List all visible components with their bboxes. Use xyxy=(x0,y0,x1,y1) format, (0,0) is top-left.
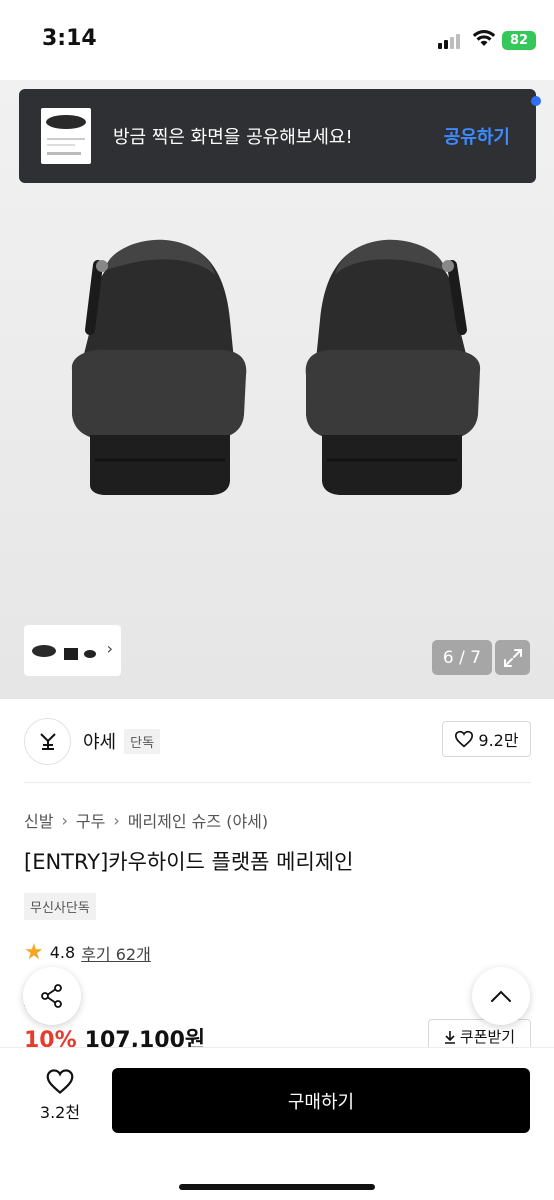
brand-name[interactable]: 야세 xyxy=(83,728,116,754)
screenshot-thumbnail[interactable] xyxy=(41,108,91,164)
product-title: [ENTRY]카우하이드 플랫폼 메리제인 xyxy=(24,850,354,874)
heart-icon xyxy=(46,1069,74,1095)
brand-like-button[interactable]: 9.2만 xyxy=(442,721,531,757)
product-like-button[interactable]: 3.2천 xyxy=(24,1068,96,1123)
product-like-count: 3.2천 xyxy=(39,1103,81,1122)
wifi-icon xyxy=(472,28,496,52)
status-time: 3:14 xyxy=(42,26,97,51)
toast-message: 방금 찍은 화면을 공유해보세요! xyxy=(113,127,353,148)
share-icon xyxy=(41,984,62,1008)
buy-button[interactable]: 구매하기 xyxy=(112,1068,530,1133)
brand-like-count: 9.2만 xyxy=(478,731,519,750)
signal-icon xyxy=(438,34,460,49)
brand-row[interactable]: 야세 단독 9.2만 xyxy=(24,717,531,765)
battery-icon: 82 xyxy=(502,31,536,50)
chevron-up-icon xyxy=(491,990,511,1002)
breadcrumb: 신발 › 구두 › 메리제인 슈즈 (야세) xyxy=(24,808,268,832)
brand-logo[interactable] xyxy=(24,717,71,765)
divider xyxy=(24,782,531,783)
breadcrumb-item[interactable]: 구두 xyxy=(76,808,105,832)
share-toast: 방금 찍은 화면을 공유해보세요! 공유하기 xyxy=(19,89,536,183)
exclusive-tag: 무신사단독 xyxy=(24,893,96,920)
breadcrumb-item[interactable]: 신발 xyxy=(24,808,53,832)
scroll-top-button[interactable] xyxy=(472,967,530,1025)
product-photo xyxy=(71,239,481,495)
thumbnail-strip[interactable]: › xyxy=(24,625,121,676)
rating-value: 4.8 xyxy=(49,943,76,962)
image-counter: 6 / 7 xyxy=(432,640,492,675)
chevron-right-icon: › xyxy=(61,810,68,830)
expand-icon[interactable] xyxy=(495,640,530,675)
coupon-label: 쿠폰받기 xyxy=(459,1028,516,1046)
heart-icon xyxy=(455,730,474,748)
share-now-button[interactable]: 공유하기 xyxy=(444,123,510,149)
chevron-right-icon: › xyxy=(113,810,120,830)
chevron-right-icon: › xyxy=(106,639,113,658)
star-icon: ★ xyxy=(24,940,44,965)
rating-row: ★ 4.8 후기 62개 xyxy=(24,940,151,965)
review-link[interactable]: 후기 62개 xyxy=(81,941,151,965)
thumbnail-image xyxy=(32,644,96,660)
share-button[interactable] xyxy=(23,967,81,1025)
bottom-action-bar: 3.2천 구매하기 xyxy=(0,1047,554,1200)
breadcrumb-item[interactable]: 메리제인 슈즈 (야세) xyxy=(128,808,268,832)
download-icon xyxy=(444,1030,455,1044)
status-bar: 3:14 82 xyxy=(0,0,554,80)
brand-exclusive-badge: 단독 xyxy=(124,728,161,754)
home-indicator xyxy=(179,1184,375,1190)
toast-indicator-dot xyxy=(531,96,541,106)
